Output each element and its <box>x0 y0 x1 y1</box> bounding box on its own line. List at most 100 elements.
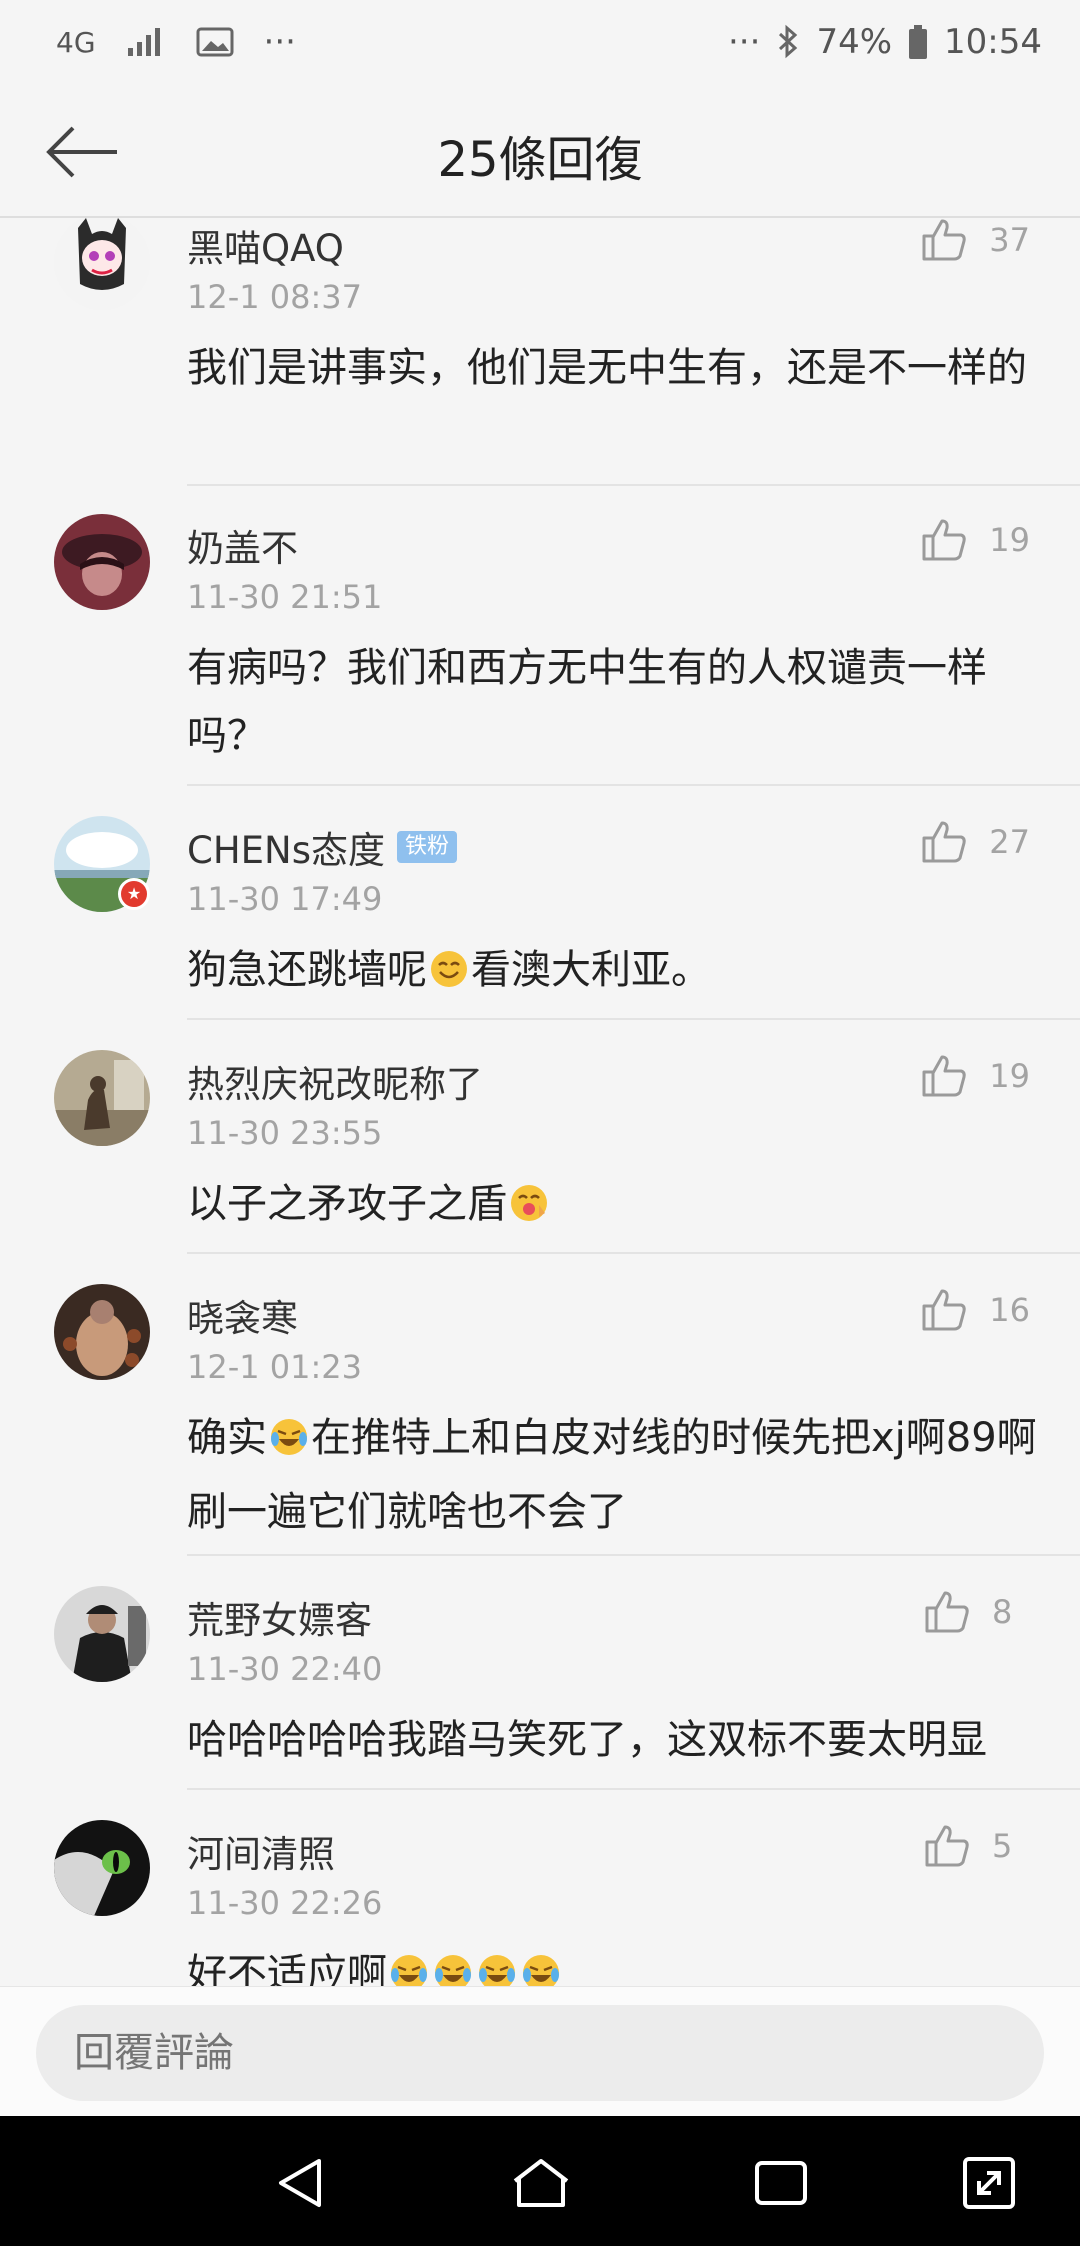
comment-text-part: 狗急还跳墙呢 <box>187 947 427 993</box>
laugh-cry-emoji-icon <box>521 1946 561 1986</box>
comment-item: 晓衾寒 16 12-1 01:23 确实 在推特上和白皮对线的时候先把xj啊89啊… <box>0 1256 1080 1558</box>
comment-time: 11-30 17:49 <box>187 880 383 918</box>
thumbs-up-icon <box>924 1824 970 1868</box>
like-count: 37 <box>989 221 1030 259</box>
nav-home-icon <box>513 2159 569 2207</box>
username[interactable]: 黑喵QAQ <box>187 218 344 272</box>
username-text: 河间清照 <box>187 1833 335 1876</box>
comment-time: 11-30 21:51 <box>187 578 383 616</box>
comment-item: ★ CHENs态度 铁粉 27 11-30 17:49 狗急还跳墙呢 看澳大利亚。 <box>0 788 1080 1022</box>
username-text: 晓衾寒 <box>187 1297 298 1340</box>
laugh-cry-emoji-icon <box>389 1946 429 1986</box>
comment-item: 河间清照 5 11-30 22:26 好不适应啊 <box>0 1792 1080 1986</box>
username-text: 热烈庆祝改昵称了 <box>187 1063 483 1106</box>
fan-badge: 铁粉 <box>397 831 458 863</box>
nav-expand-button[interactable] <box>954 2148 1024 2218</box>
username-text: CHENs态度 <box>187 829 385 872</box>
avatar[interactable] <box>54 1284 150 1380</box>
avatar[interactable] <box>54 1820 150 1916</box>
status-bar: 4G ··· ··· 74% 10:54 <box>0 0 1080 90</box>
comment-time: 12-1 08:37 <box>187 278 363 316</box>
clock: 10:54 <box>944 22 1042 62</box>
header: 25條回復 <box>0 90 1080 218</box>
smile-emoji-icon <box>429 942 469 1010</box>
battery-icon <box>908 24 928 60</box>
comment-item: 奶盖不 19 11-30 21:51 有病吗？我们和西方无中生有的人权谴责一样吗… <box>0 486 1080 788</box>
comment-text-part: 确实 <box>187 1415 267 1461</box>
comment-text: 确实 在推特上和白皮对线的时候先把xj啊89啊刷一遍它们就啥也不会了 <box>187 1404 1037 1546</box>
username[interactable]: 热烈庆祝改昵称了 <box>187 1054 483 1108</box>
comment-text: 狗急还跳墙呢 看澳大利亚。 <box>187 936 1037 1010</box>
thumbs-up-icon <box>921 218 967 262</box>
divider <box>187 1554 1080 1556</box>
expand-arrows-icon <box>963 2157 1015 2209</box>
divider <box>187 784 1080 786</box>
comment-text-part: 看澳大利亚。 <box>471 947 711 993</box>
network-label: 4G <box>56 25 96 59</box>
like-button[interactable]: 19 <box>921 518 1030 562</box>
status-right: ··· 74% 10:54 <box>728 22 1042 62</box>
reply-bar <box>0 1986 1080 2116</box>
like-count: 5 <box>992 1827 1013 1865</box>
reply-input[interactable] <box>36 2005 1044 2101</box>
like-button[interactable]: 5 <box>924 1824 1030 1868</box>
comment-item: 热烈庆祝改昵称了 19 11-30 23:55 以子之矛攻子之盾 <box>0 1022 1080 1256</box>
like-button[interactable]: 16 <box>921 1288 1030 1332</box>
divider <box>187 1018 1080 1020</box>
comment-text: 好不适应啊 <box>187 1940 1037 1986</box>
like-count: 19 <box>989 521 1030 559</box>
like-button[interactable]: 19 <box>921 1054 1030 1098</box>
system-nav-bar <box>0 2116 1080 2246</box>
avatar[interactable] <box>54 1586 150 1682</box>
username[interactable]: 荒野女嫖客 <box>187 1590 372 1644</box>
comment-time: 11-30 23:55 <box>187 1114 383 1152</box>
comment-item: 黑喵QAQ 37 12-1 08:37 我们是讲事实，他们是无中生有，还是不一样… <box>0 218 1080 488</box>
bluetooth-icon <box>776 24 800 60</box>
thumbs-up-icon <box>924 1590 970 1634</box>
thumbs-up-icon <box>921 820 967 864</box>
yum-emoji-icon <box>509 1176 549 1244</box>
more-notifications: ··· <box>263 22 296 62</box>
comment-time: 11-30 22:40 <box>187 1650 383 1688</box>
comment-list[interactable]: 黑喵QAQ 37 12-1 08:37 我们是讲事实，他们是无中生有，还是不一样… <box>0 218 1080 1986</box>
comment-text-part: 在推特上和白皮对线的时候先把xj啊89啊刷一遍它们就啥也不会了 <box>187 1415 1037 1535</box>
like-count: 8 <box>992 1593 1013 1631</box>
avatar[interactable] <box>54 218 150 310</box>
username-text: 黑喵QAQ <box>187 227 344 270</box>
username[interactable]: 晓衾寒 <box>187 1288 298 1342</box>
comment-text: 哈哈哈哈哈我踏马笑死了，这双标不要太明显 <box>187 1717 987 1763</box>
comment-item: 荒野女嫖客 8 11-30 22:40 哈哈哈哈哈我踏马笑死了，这双标不要太明显 <box>0 1558 1080 1792</box>
username[interactable]: 奶盖不 <box>187 518 298 572</box>
comment-text: 我们是讲事实，他们是无中生有，还是不一样的 <box>187 345 1027 391</box>
more-status: ··· <box>728 22 761 62</box>
avatar[interactable] <box>54 1050 150 1146</box>
nav-back-icon <box>279 2159 321 2207</box>
like-button[interactable]: 8 <box>924 1590 1030 1634</box>
like-button[interactable]: 27 <box>921 820 1030 864</box>
laugh-cry-emoji-icon <box>433 1946 473 1986</box>
nav-recents-icon <box>755 2161 807 2205</box>
comment-text: 有病吗？我们和西方无中生有的人权谴责一样吗？ <box>187 645 987 759</box>
nav-home-button[interactable] <box>506 2148 576 2218</box>
nav-recents-button[interactable] <box>746 2148 816 2218</box>
like-button[interactable]: 37 <box>921 218 1030 262</box>
username-text: 奶盖不 <box>187 527 298 570</box>
thumbs-up-icon <box>921 1288 967 1332</box>
like-count: 19 <box>989 1057 1030 1095</box>
status-left: 4G ··· <box>56 22 296 62</box>
username-text: 荒野女嫖客 <box>187 1599 372 1642</box>
username[interactable]: CHENs态度 铁粉 <box>187 820 458 874</box>
comment-text: 以子之矛攻子之盾 <box>187 1170 1037 1244</box>
divider <box>187 1788 1080 1790</box>
like-count: 27 <box>989 823 1030 861</box>
laugh-cry-emoji-icon <box>269 1410 309 1478</box>
image-notification-icon <box>196 26 234 58</box>
page-title: 25條回復 <box>437 132 643 188</box>
thumbs-up-icon <box>921 518 967 562</box>
nav-back-button[interactable] <box>266 2148 336 2218</box>
username[interactable]: 河间清照 <box>187 1824 335 1878</box>
laugh-cry-emoji-icon <box>477 1946 517 1986</box>
comment-text-part: 以子之矛攻子之盾 <box>187 1181 507 1227</box>
comment-time: 11-30 22:26 <box>187 1884 383 1922</box>
avatar[interactable] <box>54 514 150 610</box>
